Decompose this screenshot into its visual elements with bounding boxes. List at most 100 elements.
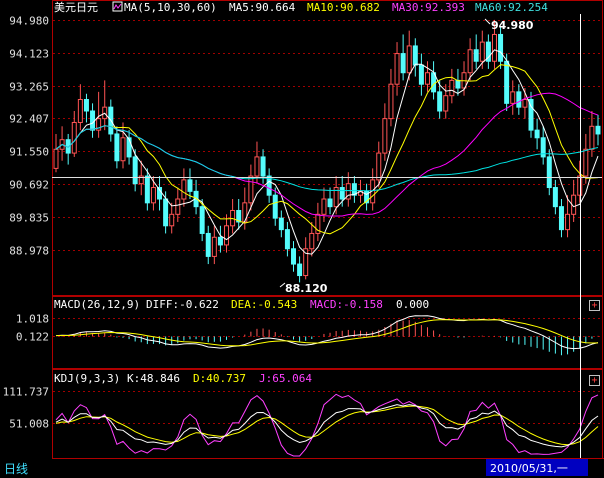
price-tick-label: 90.692 [9, 179, 49, 192]
candle-body [491, 33, 497, 62]
candle-body [510, 91, 516, 104]
macd-series [55, 315, 599, 356]
kdj-k-line [55, 404, 599, 448]
candle-body [424, 72, 430, 85]
candle-body [248, 175, 254, 204]
candle-body [552, 187, 558, 208]
candle-body [449, 79, 455, 97]
stock-chart: 94.980 94.123 93.265 92.407 91.550 90.692 89.8… [0, 0, 604, 478]
price-tick-label: 94.980 [9, 15, 49, 28]
candle-body [558, 206, 564, 231]
macd-value: MACD:-0.158 [310, 298, 383, 311]
candle-body [565, 213, 571, 231]
low-marker: 88.120 [279, 282, 328, 295]
candle-body [132, 156, 138, 185]
candle-body [90, 110, 96, 131]
ma10-line [55, 64, 599, 235]
candle-body [272, 194, 278, 219]
macd-panel-expand-icon[interactable]: + [589, 300, 600, 311]
price-tick-label: 92.407 [9, 113, 49, 126]
macd-diff-line [55, 315, 599, 350]
candle-body [589, 125, 595, 150]
candle-body [498, 33, 504, 62]
candle-body [455, 79, 461, 89]
kdj-tick-label: 111.737 [3, 386, 49, 399]
candle-body [175, 198, 181, 215]
price-panel-frame [52, 0, 603, 296]
candle-body [382, 118, 388, 154]
kdj-header: KDJ(9,3,3) K:48.846 D:40.737 J:65.064 [54, 372, 312, 385]
ma5-value: MA5:90.664 [229, 1, 296, 14]
kdj-tick-label: 51.008 [9, 418, 49, 431]
high-label: 94.980 [491, 19, 534, 32]
period-tab[interactable]: 日线 [4, 462, 28, 476]
candle-body [467, 49, 473, 74]
macd-tick-label: 0.122 [16, 331, 49, 344]
macd-diff: DIFF:-0.622 [146, 298, 219, 311]
candle-body [516, 91, 522, 108]
candle-body [205, 232, 211, 257]
candle-body [297, 263, 303, 277]
kdj-params: KDJ(9,3,3) [54, 372, 120, 385]
cursor-date: 2010/05/31,一 [490, 462, 568, 475]
candle-body [437, 91, 443, 112]
ma10-value: MA10:90.682 [307, 1, 380, 14]
candle-body [504, 60, 510, 104]
candle-body [595, 125, 601, 135]
kdj-k: K:48.846 [127, 372, 180, 385]
candle-body [181, 179, 187, 200]
candle-body [169, 213, 175, 227]
ma-params: MA(5,10,30,60) [124, 1, 217, 14]
ma30-value: MA30:92.393 [392, 1, 465, 14]
candle-body [443, 95, 449, 112]
candle-body [418, 64, 424, 85]
candle-body [473, 49, 479, 62]
candle-body [522, 99, 528, 108]
macd-params: MACD(26,12,9) [54, 298, 140, 311]
price-tick-label: 93.265 [9, 81, 49, 94]
candle-body [144, 175, 150, 204]
candle-body [254, 156, 260, 177]
ma30-line [55, 92, 599, 217]
low-label: 88.120 [285, 282, 328, 295]
moving-average-lines [55, 49, 599, 255]
candle-body [71, 121, 77, 154]
candle-body [211, 236, 217, 257]
candle-body [163, 198, 169, 227]
candle-body [150, 187, 156, 204]
kdj-panel-expand-icon[interactable]: + [589, 375, 600, 386]
candle-body [546, 156, 552, 189]
kdj-j: J:65.064 [259, 372, 312, 385]
candle-body [394, 53, 400, 85]
candle-body [327, 198, 333, 208]
candle-body [126, 137, 132, 158]
candle-body [53, 148, 59, 169]
price-tick-label: 89.835 [9, 212, 49, 225]
candle-body [388, 83, 394, 120]
candle-body [217, 236, 223, 246]
candle-body [412, 45, 418, 66]
macd-header: MACD(26,12,9) DIFF:-0.622 DEA:-0.543 MAC… [54, 298, 429, 311]
candle-body [83, 99, 89, 112]
price-header: 美元日元 MA(5,10,30,60) MA5:90.664 MA10:90.6… [54, 1, 548, 14]
candle-body [278, 217, 284, 231]
macd-dea-line [55, 319, 599, 347]
candle-body [321, 198, 327, 215]
macd-dea: DEA:-0.543 [231, 298, 297, 311]
candle-body [534, 129, 540, 139]
candle-body [114, 133, 120, 162]
candle-body [339, 187, 345, 200]
candle-body [199, 206, 205, 234]
macd-tick-label: 1.018 [16, 313, 49, 326]
kdj-d: D:40.737 [193, 372, 246, 385]
candle-body [291, 248, 297, 265]
candle-body [260, 156, 266, 177]
candle-body [583, 148, 589, 177]
candle-body [406, 45, 412, 74]
candle-body [224, 225, 230, 246]
candle-body [376, 152, 382, 181]
candle-body [187, 179, 193, 192]
y-axis-ticks: 94.980 94.123 93.265 92.407 91.550 90.692 89.8… [3, 15, 49, 431]
price-tick-label: 88.978 [9, 245, 49, 258]
instrument-name: 美元日元 [54, 1, 98, 14]
